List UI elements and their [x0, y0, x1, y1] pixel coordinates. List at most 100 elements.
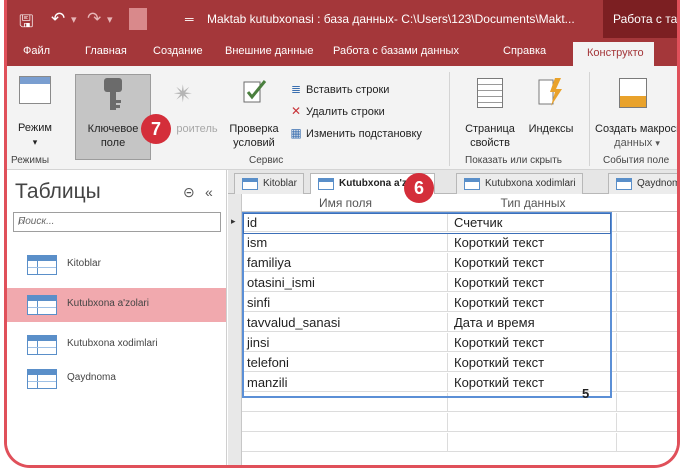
context-tab-label: Работа с табли: [603, 0, 677, 38]
nav-item-kutubxona-azolari[interactable]: Kutubxona a'zolari: [7, 288, 226, 322]
tab-home[interactable]: Главная: [85, 45, 127, 57]
property-sheet-button[interactable]: Страница: [457, 123, 523, 136]
view-mode-icon: [19, 76, 51, 104]
nav-pane-collapse-icon[interactable]: «: [205, 184, 213, 200]
doc-tab-kutubxona-xodimlari[interactable]: Kutubxona xodimlari: [456, 173, 583, 194]
ribbon: Режим ▾ Ключевое поле 7 ✴ роитель Провер…: [7, 66, 677, 170]
description-cell[interactable]: [618, 313, 677, 332]
description-cell[interactable]: [618, 233, 677, 252]
search-icon[interactable]: ⌕: [18, 214, 217, 229]
create-data-macros-label-line2: данных ▾: [607, 137, 667, 150]
property-sheet-icon: [477, 78, 503, 108]
nav-pane-header[interactable]: Таблицы: [15, 180, 101, 204]
group-label-service: Сервис: [249, 155, 284, 166]
document-area: Kitoblar Kutubxona a'zolari Kutubxona xo…: [228, 170, 680, 465]
description-cell[interactable]: [618, 253, 677, 272]
modify-lookups-button[interactable]: ▦ Изменить подстановку: [289, 126, 422, 140]
customize-toolbar-icon[interactable]: ═: [185, 12, 194, 26]
nav-search-input[interactable]: Поиск... ⌕: [13, 212, 221, 232]
table-icon: [27, 295, 57, 315]
nav-item-label: Kutubxona a'zolari: [67, 298, 149, 309]
validation-icon: [243, 78, 269, 106]
tab-help[interactable]: Справка: [503, 45, 546, 57]
data-type-cell[interactable]: [449, 413, 617, 432]
builder-button[interactable]: роитель: [171, 123, 223, 136]
undo-dropdown-icon[interactable]: ▾: [71, 13, 77, 26]
delete-rows-button[interactable]: ✕ Удалить строки: [289, 104, 385, 118]
document-tab-bar: Kitoblar Kutubxona a'zolari Kutubxona xo…: [228, 170, 680, 195]
table-icon: [27, 255, 57, 275]
tab-file[interactable]: Файл: [23, 45, 50, 57]
nav-item-label: Qaydnoma: [67, 372, 116, 383]
property-sheet-label-line2: свойств: [470, 137, 510, 149]
nav-item-kutubxona-xodimlari[interactable]: Kutubxona xodimlari: [7, 328, 226, 362]
validation-label-line2: условий: [233, 137, 275, 149]
tab-create[interactable]: Создание: [153, 45, 203, 57]
callout-badge-6: 6: [404, 173, 434, 203]
indexes-icon: [537, 76, 565, 108]
app-window: 🖫 ↶ ▾ ↷ ▾ ═ Maktab kutubxonasi : база да…: [4, 0, 680, 468]
view-mode-dropdown-icon[interactable]: ▾: [9, 136, 61, 149]
data-macros-icon: [619, 78, 647, 108]
description-cell[interactable]: [618, 213, 677, 232]
doc-tab-label: Kutubxona xodimlari: [485, 178, 576, 189]
column-header-description[interactable]: [617, 194, 677, 212]
save-icon[interactable]: 🖫: [19, 9, 33, 38]
quick-access-icon[interactable]: [129, 8, 147, 30]
primary-key-label-line1: Ключевое: [87, 123, 139, 135]
group-label-show-hide: Показать или скрыть: [465, 155, 562, 166]
title-bar: 🖫 ↶ ▾ ↷ ▾ ═ Maktab kutubxonasi : база да…: [7, 0, 677, 38]
description-cell[interactable]: [618, 293, 677, 312]
create-data-macros-button[interactable]: Создать макросы: [595, 123, 677, 136]
doc-tab-kitoblar[interactable]: Kitoblar: [234, 173, 304, 194]
group-label-modes: Режимы: [11, 155, 50, 166]
validation-button[interactable]: Проверка: [225, 123, 283, 136]
navigation-pane: Таблицы ⊝ « Поиск... ⌕ Kitoblar Kutubxon…: [7, 170, 227, 465]
callout-badge-7: 7: [141, 114, 171, 144]
view-mode-button[interactable]: Режим: [9, 122, 61, 135]
nav-item-kitoblar[interactable]: Kitoblar: [7, 248, 226, 282]
annotation-number: 5: [582, 386, 590, 401]
nav-item-qaydnoma[interactable]: Qaydnoma: [7, 362, 226, 396]
column-header-data-type[interactable]: Тип данных: [449, 194, 617, 212]
table-design-grid: ▸ Имя поля Тип данных id Счетчик ism Корот…: [228, 194, 677, 465]
insert-rows-icon: ≣: [290, 82, 302, 96]
description-cell[interactable]: [618, 333, 677, 352]
fields-highlight-frame: [242, 212, 612, 398]
modify-lookups-icon: ▦: [290, 126, 302, 140]
doc-tab-qaydnoma[interactable]: Qaydnoma: [608, 173, 680, 194]
tab-external-data[interactable]: Внешние данные: [225, 45, 313, 57]
field-name-cell[interactable]: [242, 413, 448, 432]
table-row-empty[interactable]: [242, 413, 677, 432]
description-cell[interactable]: [618, 353, 677, 372]
modify-lookups-label: Изменить подстановку: [306, 128, 422, 140]
key-icon: [101, 78, 125, 112]
undo-icon[interactable]: ↶: [51, 9, 65, 29]
insert-rows-button[interactable]: ≣ Вставить строки: [289, 82, 389, 96]
selected-row-outline: [243, 213, 611, 234]
indexes-button[interactable]: Индексы: [521, 123, 581, 136]
nav-item-label: Kutubxona xodimlari: [67, 338, 158, 349]
ribbon-separator: [589, 72, 590, 166]
current-row-indicator-icon: ▸: [231, 216, 236, 226]
redo-icon[interactable]: ↷: [87, 9, 101, 29]
delete-rows-label: Удалить строки: [306, 106, 385, 118]
tab-database-tools[interactable]: Работа с базами данных: [333, 45, 459, 57]
data-type-cell[interactable]: [449, 433, 617, 452]
row-selector-column[interactable]: [228, 194, 242, 465]
insert-rows-label: Вставить строки: [306, 84, 390, 96]
ribbon-separator: [449, 72, 450, 166]
table-row-empty[interactable]: [242, 433, 677, 452]
field-name-cell[interactable]: [242, 433, 448, 452]
builder-icon: ✴: [173, 81, 194, 108]
redo-dropdown-icon[interactable]: ▾: [107, 13, 113, 26]
tab-design[interactable]: Конструкто: [573, 42, 654, 66]
description-cell[interactable]: [618, 373, 677, 392]
table-icon: [27, 369, 57, 389]
doc-tab-label: Qaydnoma: [637, 178, 680, 189]
data-macros-dropdown-icon[interactable]: ▾: [655, 138, 660, 148]
nav-item-label: Kitoblar: [67, 258, 101, 269]
description-cell[interactable]: [618, 273, 677, 292]
nav-pane-menu-icon[interactable]: ⊝: [183, 184, 195, 201]
table-icon: [464, 178, 480, 190]
